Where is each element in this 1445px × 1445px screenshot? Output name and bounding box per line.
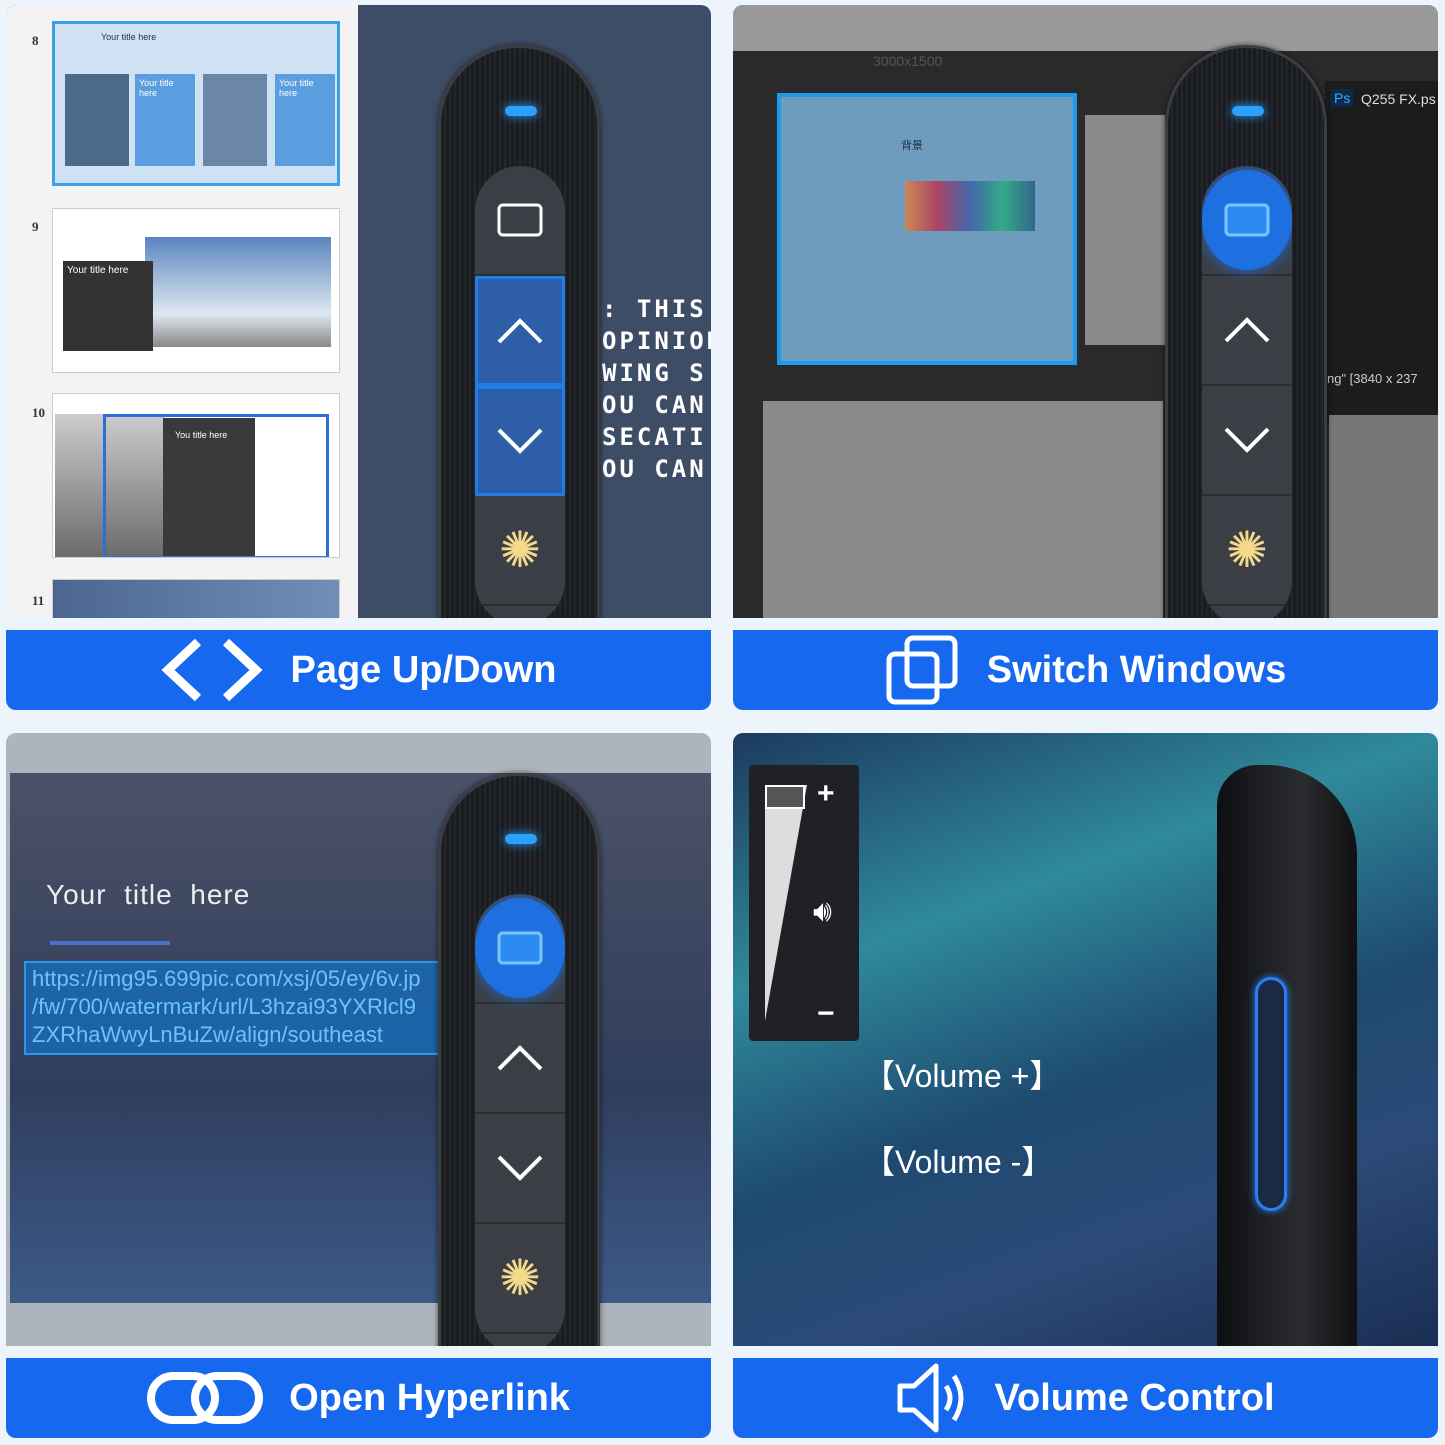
image-size: ng" [3840 x 237 [1327,371,1418,386]
volume-control-panel: + 🔊︎ − 【Volume +】 【Volume -】 [733,733,1438,1346]
sun-icon: ✺ [499,522,541,578]
page-down-button[interactable] [475,1114,565,1224]
switch-windows-banner: Switch Windows [733,630,1438,710]
page-down-button[interactable] [475,386,565,496]
status-led [505,834,537,844]
page-down-button[interactable] [1202,386,1292,496]
speaker-icon: 🔊︎ [813,895,832,928]
window-button[interactable] [475,166,565,276]
slide-subtitle: Your title here [275,74,335,166]
slide-title: Your title here [46,879,251,910]
slide-thumbnail-list: 8 Your title here Your title here Your t… [6,5,358,618]
volume-overlay: + 🔊︎ − [749,765,859,1041]
link-icon [147,1372,264,1424]
file-name: Q255 FX.ps [1361,91,1436,107]
page-up-button[interactable] [475,276,565,386]
volume-up-label: 【Volume +】 [863,1058,1062,1094]
resolution-text: 3000x1500 [873,53,943,69]
volume-plus-label: + [817,777,835,810]
banner-label: Open Hyperlink [289,1376,570,1419]
status-led [505,106,537,116]
page-up-button[interactable] [475,1004,565,1114]
presenter-remote-side [1217,765,1357,1346]
settings-window[interactable]: 背景 [777,93,1077,365]
slide-background-text: : THIS FOPINIONWING SOU CANSECATIOU CAN [602,295,711,483]
photoshop-window[interactable]: Ps Q255 FX.ps ng" [3840 x 237 [1325,81,1438,421]
laser-button[interactable]: ✺ [475,496,565,606]
volume-minus-label: − [817,997,835,1030]
window-button[interactable] [1202,166,1292,276]
page-updown-banner: Page Up/Down [6,630,711,710]
page-up-button[interactable] [1202,276,1292,386]
window-button[interactable] [475,894,565,1004]
open-hyperlink-banner: Open Hyperlink [6,1358,711,1438]
slide-title: Your title here [63,261,153,351]
banner-label: Page Up/Down [290,648,557,691]
laser-button[interactable]: ✺ [475,1224,565,1334]
slide-number: 8 [32,33,39,48]
sun-icon: ✺ [499,1250,541,1306]
presenter-remote: ✺ [438,45,600,618]
slide-subtitle: Your title here [135,74,195,166]
presenter-remote: ✺ [1165,45,1327,618]
switch-windows-panel: 3000x1500 背景 Ps Q255 FX.ps ng" [3840 x 2… [733,5,1438,618]
hyperlink-text[interactable]: https://img95.699pic.com/xsj/05/ey/6v.jp… [24,961,454,1055]
laser-button[interactable]: ✺ [1202,496,1292,606]
banner-label: Switch Windows [986,648,1287,691]
status-led [1232,106,1264,116]
sun-icon: ✺ [1226,522,1268,578]
banner-label: Volume Control [994,1376,1275,1419]
volume-control-banner: Volume Control [733,1358,1438,1438]
slide-thumbnail-11[interactable] [52,579,340,618]
slide-thumbnail-8[interactable]: Your title here Your title here Your tit… [52,21,340,186]
volume-down-label: 【Volume -】 [863,1144,1054,1180]
slide-number: 9 [32,219,39,234]
chevrons-left-right-icon [161,638,264,702]
volume-slider[interactable] [765,785,807,1021]
speaker-icon [897,1363,964,1433]
open-hyperlink-panel: Your title here https://img95.699pic.com… [6,733,711,1346]
settings-heading: 背景 [901,140,923,152]
windows-icon [886,635,958,705]
volume-slider-thumb[interactable] [765,785,805,809]
slide-number: 11 [32,593,45,608]
photoshop-icon: Ps [1331,89,1354,107]
presenter-remote: ✺ [438,773,600,1346]
slide-title: Your title here [101,32,157,42]
slide-thumbnail-9[interactable]: Your title here [52,208,340,373]
volume-rocker-button[interactable] [1255,977,1287,1211]
slide-thumbnail-10[interactable]: You title here [52,393,340,558]
page-updown-panel: 8 Your title here Your title here Your t… [6,5,711,618]
slide-number: 10 [32,405,45,420]
